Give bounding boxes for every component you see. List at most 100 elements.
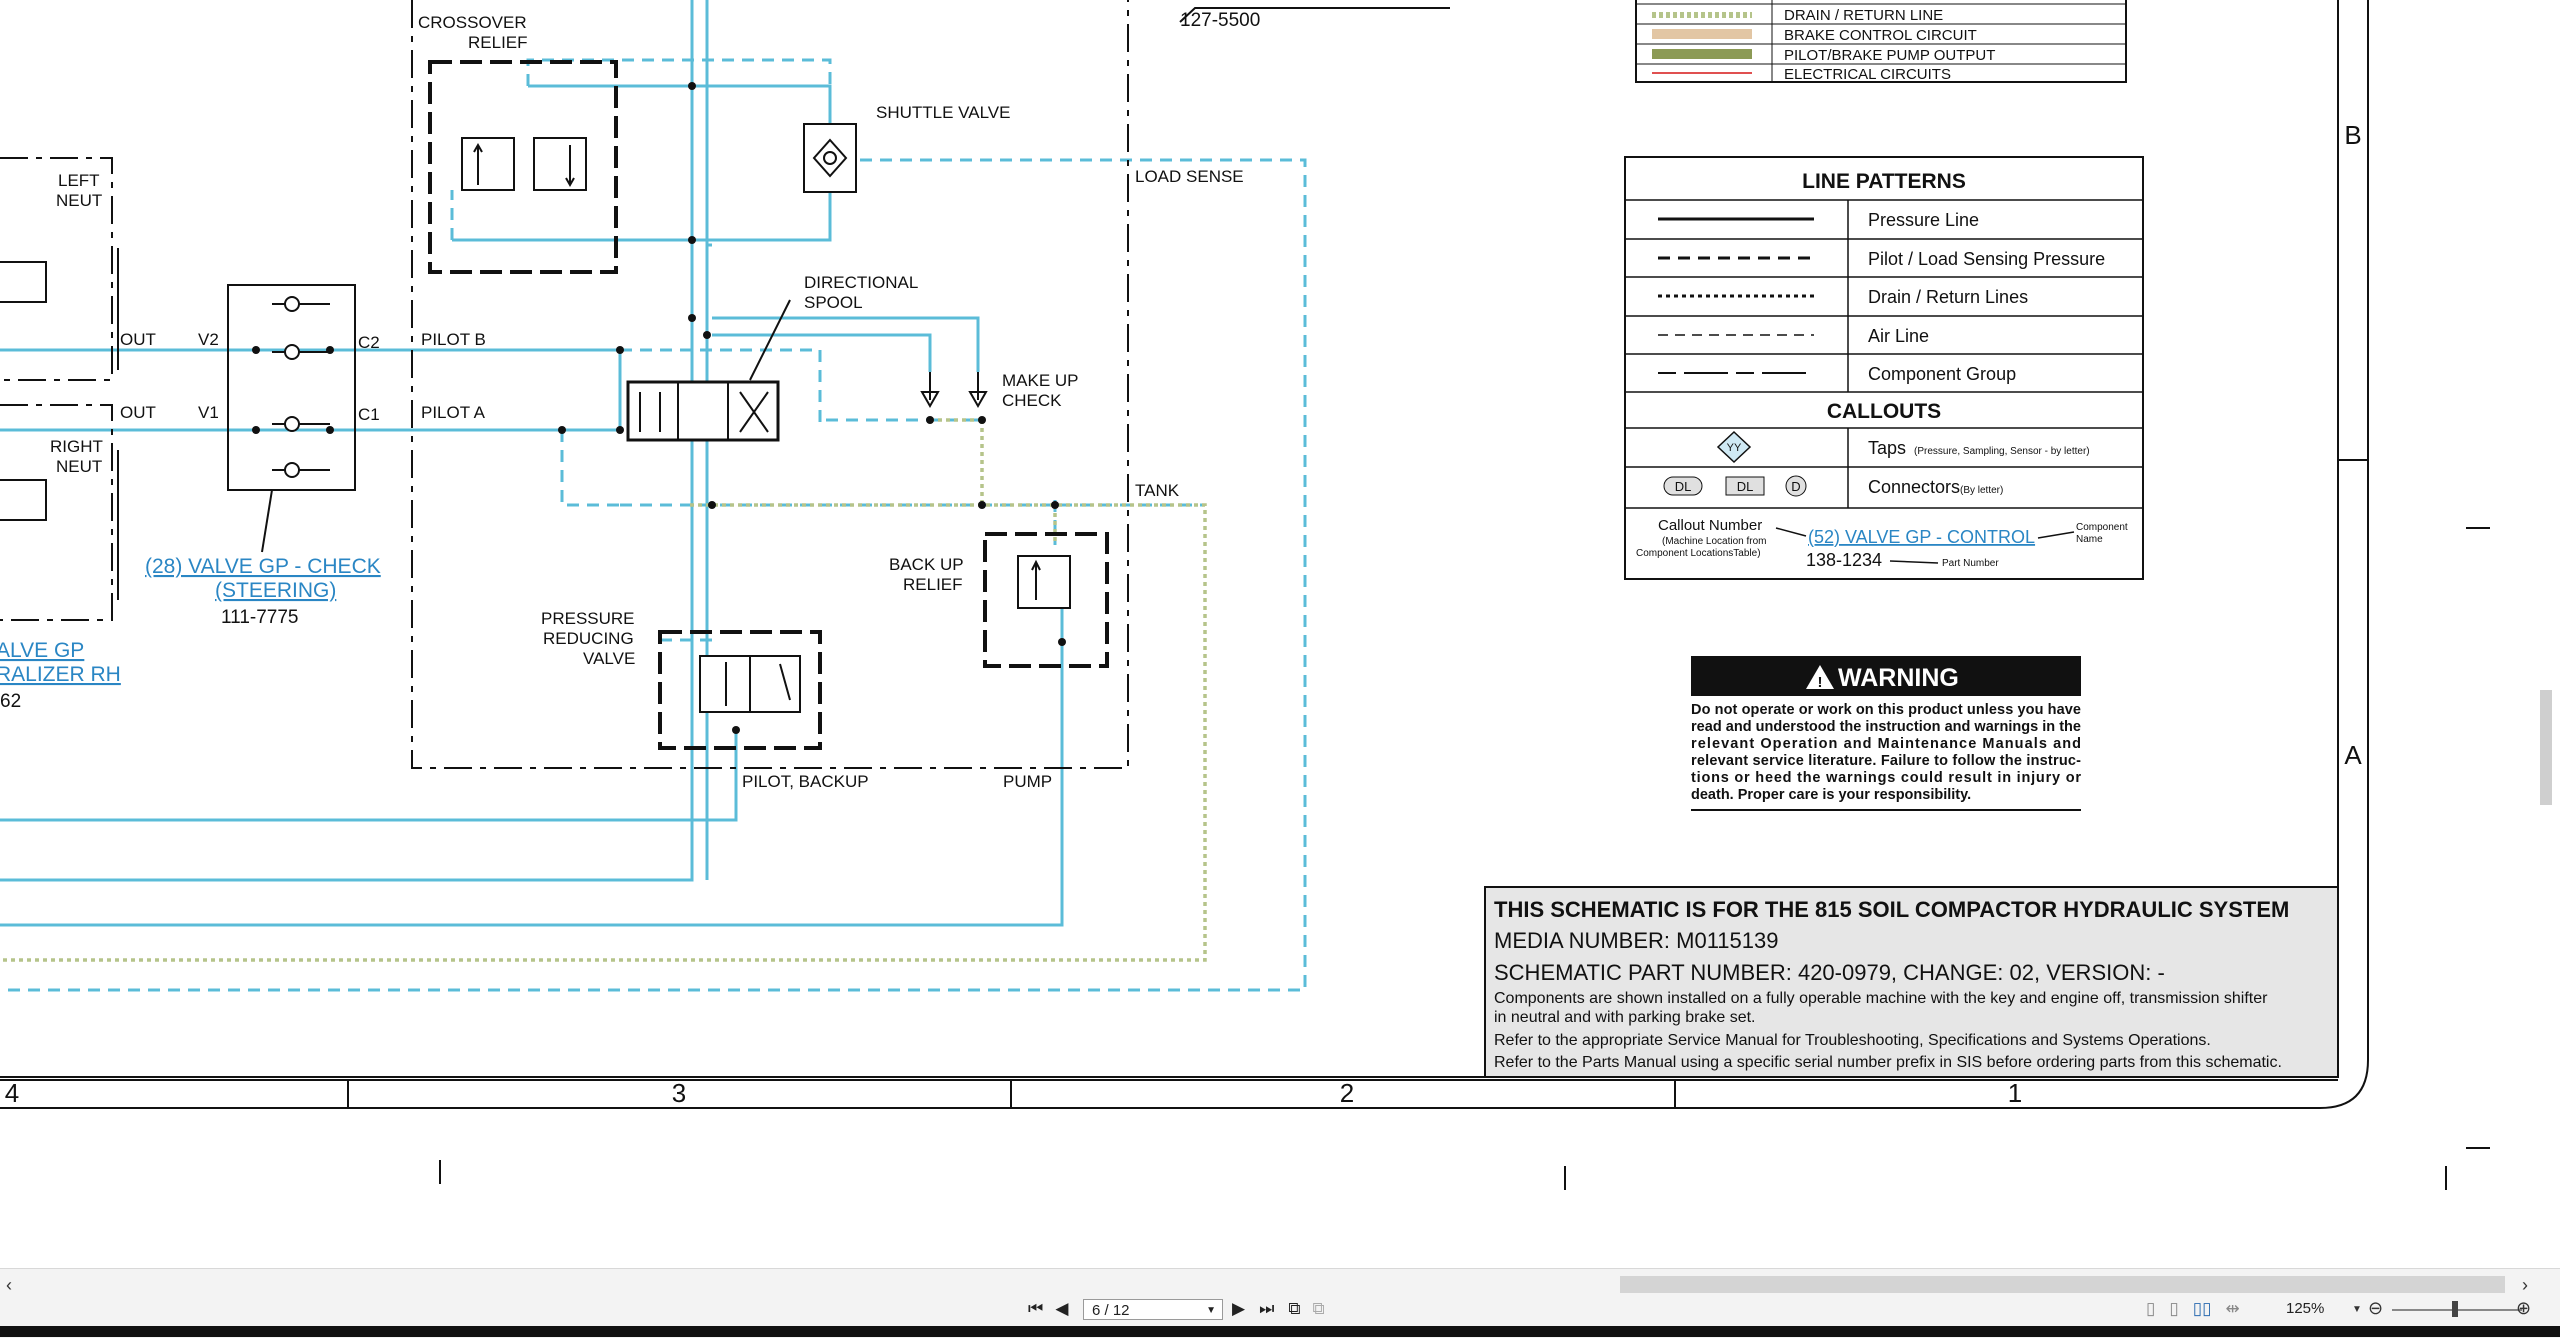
first-page-icon[interactable]: ⏮ [1028,1299,1043,1319]
check-valve-link-2[interactable]: (STEERING) [215,579,336,602]
last-page-icon[interactable]: ⏭ [1259,1299,1274,1319]
port-v2-label: V2 [198,330,219,349]
connectors-note: (By letter) [1960,485,2003,496]
shuttle-label: SHUTTLE VALVE [876,103,1010,122]
check-valve-part: 111-7775 [221,607,298,628]
connector-d: D [1791,479,1800,494]
steering-check-valve [227,284,356,553]
warning-line-2: read and understood the instruction and … [1691,719,2081,735]
pattern-air: Air Line [1868,326,1929,346]
warning-title: WARNING [1838,664,1959,692]
title-block-media: MEDIA NUMBER: M0115139 [1494,928,1778,953]
pressure-lines [0,0,1064,927]
cylinder-stubs [0,248,119,600]
example-callout-link[interactable]: (52) VALVE GP - CONTROL [1808,527,2035,547]
horizontal-scrollbar[interactable] [1620,1276,2505,1293]
zoom-dropdown-icon[interactable]: ▼ [2352,1300,2362,1320]
fit-width-icon[interactable]: ⇹ [2225,1299,2239,1319]
scroll-right-icon[interactable]: › [2522,1275,2528,1295]
page-number-field[interactable]: 6 / 12 ▼ [1083,1299,1223,1320]
check-valve-link-1[interactable]: (28) VALVE GP - CHECK [145,555,381,578]
grid-col-1: 1 [2008,1078,2022,1108]
component-name-label-1: Component [2076,522,2128,533]
taskbar-strip [0,1326,2560,1337]
taps-note: (Pressure, Sampling, Sensor - by letter) [1914,446,2090,457]
hydraulic-schematic: 127-5500 CROSSOVER RELIEF SHUTTLE VALVE … [0,0,2490,1190]
directional-label-2: SPOOL [804,293,863,312]
paste-page-icon[interactable]: ⧉ [1313,1299,1325,1319]
part-number-label: Part Number [1942,558,1999,569]
out-label-bottom: OUT [120,403,156,422]
legend-drain: DRAIN / RETURN LINE [1784,7,1943,24]
crossover-label-2: RELIEF [468,33,528,52]
legend-pilot-brake: PILOT/BRAKE PUMP OUTPUT [1784,47,1995,64]
warning-line-6: death. Proper care is your responsibilit… [1691,787,1971,803]
tank-label: TANK [1135,481,1180,500]
callout-number-label: Callout Number [1658,517,1762,534]
pattern-pressure: Pressure Line [1868,210,1979,230]
title-block-note-1b: in neutral and with parking brake set. [1494,1009,1755,1026]
page-nav-next: ▶ ⏭ ⧉ ⧉ [1232,1298,1325,1320]
grid-col-2: 2 [1340,1078,1354,1108]
pump-label: PUMP [1003,772,1052,791]
page-dropdown-icon[interactable]: ▼ [1206,1300,1216,1321]
pilot-a-label: PILOT A [421,403,486,422]
warning-box: ! WARNING Do not operate or work on this… [1691,656,2081,811]
zoom-slider-handle[interactable] [2452,1301,2458,1317]
shuttle-valve [803,123,857,193]
load-sense-label: LOAD SENSE [1135,167,1244,186]
line-patterns-table: LINE PATTERNS Pressure Line Pilot / Load… [1624,156,2144,580]
equalizer-part: 62 [0,691,21,712]
pressure-reducing-label-1: PRESSURE [541,609,635,628]
left-neut-label-1: LEFT [58,171,100,190]
directional-label-1: DIRECTIONAL [804,273,918,292]
pressure-reducing-valve [658,630,822,750]
pressure-reducing-label-3: VALVE [583,649,635,668]
page-nav: ⏮ ◀ [1028,1298,1068,1320]
legend-brake: BRAKE CONTROL CIRCUIT [1784,27,1977,44]
equalizer-link-1[interactable]: ALVE GP [0,639,84,662]
zoom-level[interactable]: 125% [2286,1300,2324,1317]
backup-relief-label-2: RELIEF [903,575,963,594]
single-page-icon[interactable]: ▯ [2146,1299,2155,1319]
makeup-label-1: MAKE UP [1002,371,1079,390]
connectors-label: Connectors [1868,477,1960,497]
pattern-pilot: Pilot / Load Sensing Pressure [1868,249,2105,269]
equalizer-link-2[interactable]: RALIZER RH [0,663,121,686]
port-v1-label: V1 [198,403,219,422]
prev-page-icon[interactable]: ◀ [1055,1299,1068,1319]
backup-relief-label-1: BACK UP [889,555,964,574]
zoom-out-icon[interactable]: ⊖ [2368,1298,2383,1318]
pilot-b-label: PILOT B [421,330,486,349]
view-mode-group: ▯ ▯ ▯▯ ⇹ [2146,1298,2240,1320]
vertical-scrollbar[interactable] [2540,690,2552,805]
callout-number-note-1: (Machine Location from [1662,536,1767,547]
title-block-note-1: Components are shown installed on a full… [1494,990,2268,1007]
warning-line-4: relevant service literature. Failure to … [1691,753,2081,769]
scroll-left-icon[interactable]: ‹ [6,1275,12,1295]
legend-electrical: ELECTRICAL CIRCUITS [1784,66,1951,83]
copy-page-icon[interactable]: ⧉ [1288,1299,1300,1319]
left-neut-label-2: NEUT [56,191,102,210]
out-label-top: OUT [120,330,156,349]
connector-dl-rounded: DL [1675,479,1692,494]
callout-number-note-2: Component LocationsTable) [1636,548,1761,559]
callouts-title: CALLOUTS [1827,400,1941,423]
port-c1-label: C1 [358,405,380,424]
connector-dl-square: DL [1737,479,1754,494]
pilot-backup-label: PILOT, BACKUP [742,772,869,791]
taps-label: Taps [1868,438,1906,458]
zoom-in-icon[interactable]: ⊕ [2516,1298,2531,1318]
makeup-check-valve [920,372,988,409]
warning-line-1: Do not operate or work on this product u… [1691,702,2081,718]
continuous-page-icon[interactable]: ▯ [2169,1299,2178,1319]
title-block-title: THIS SCHEMATIC IS FOR THE 815 SOIL COMPA… [1494,897,2289,922]
tap-symbol: YY [1727,442,1742,454]
grid-row-b: B [2344,120,2361,150]
example-part-number: 138-1234 [1806,550,1882,570]
line-patterns-title: LINE PATTERNS [1802,170,1966,193]
next-page-icon[interactable]: ▶ [1232,1299,1245,1319]
grid-col-3: 3 [672,1078,686,1108]
two-page-icon[interactable]: ▯▯ [2193,1299,2212,1319]
title-block-note-3: Refer to the Parts Manual using a specif… [1494,1054,2282,1071]
